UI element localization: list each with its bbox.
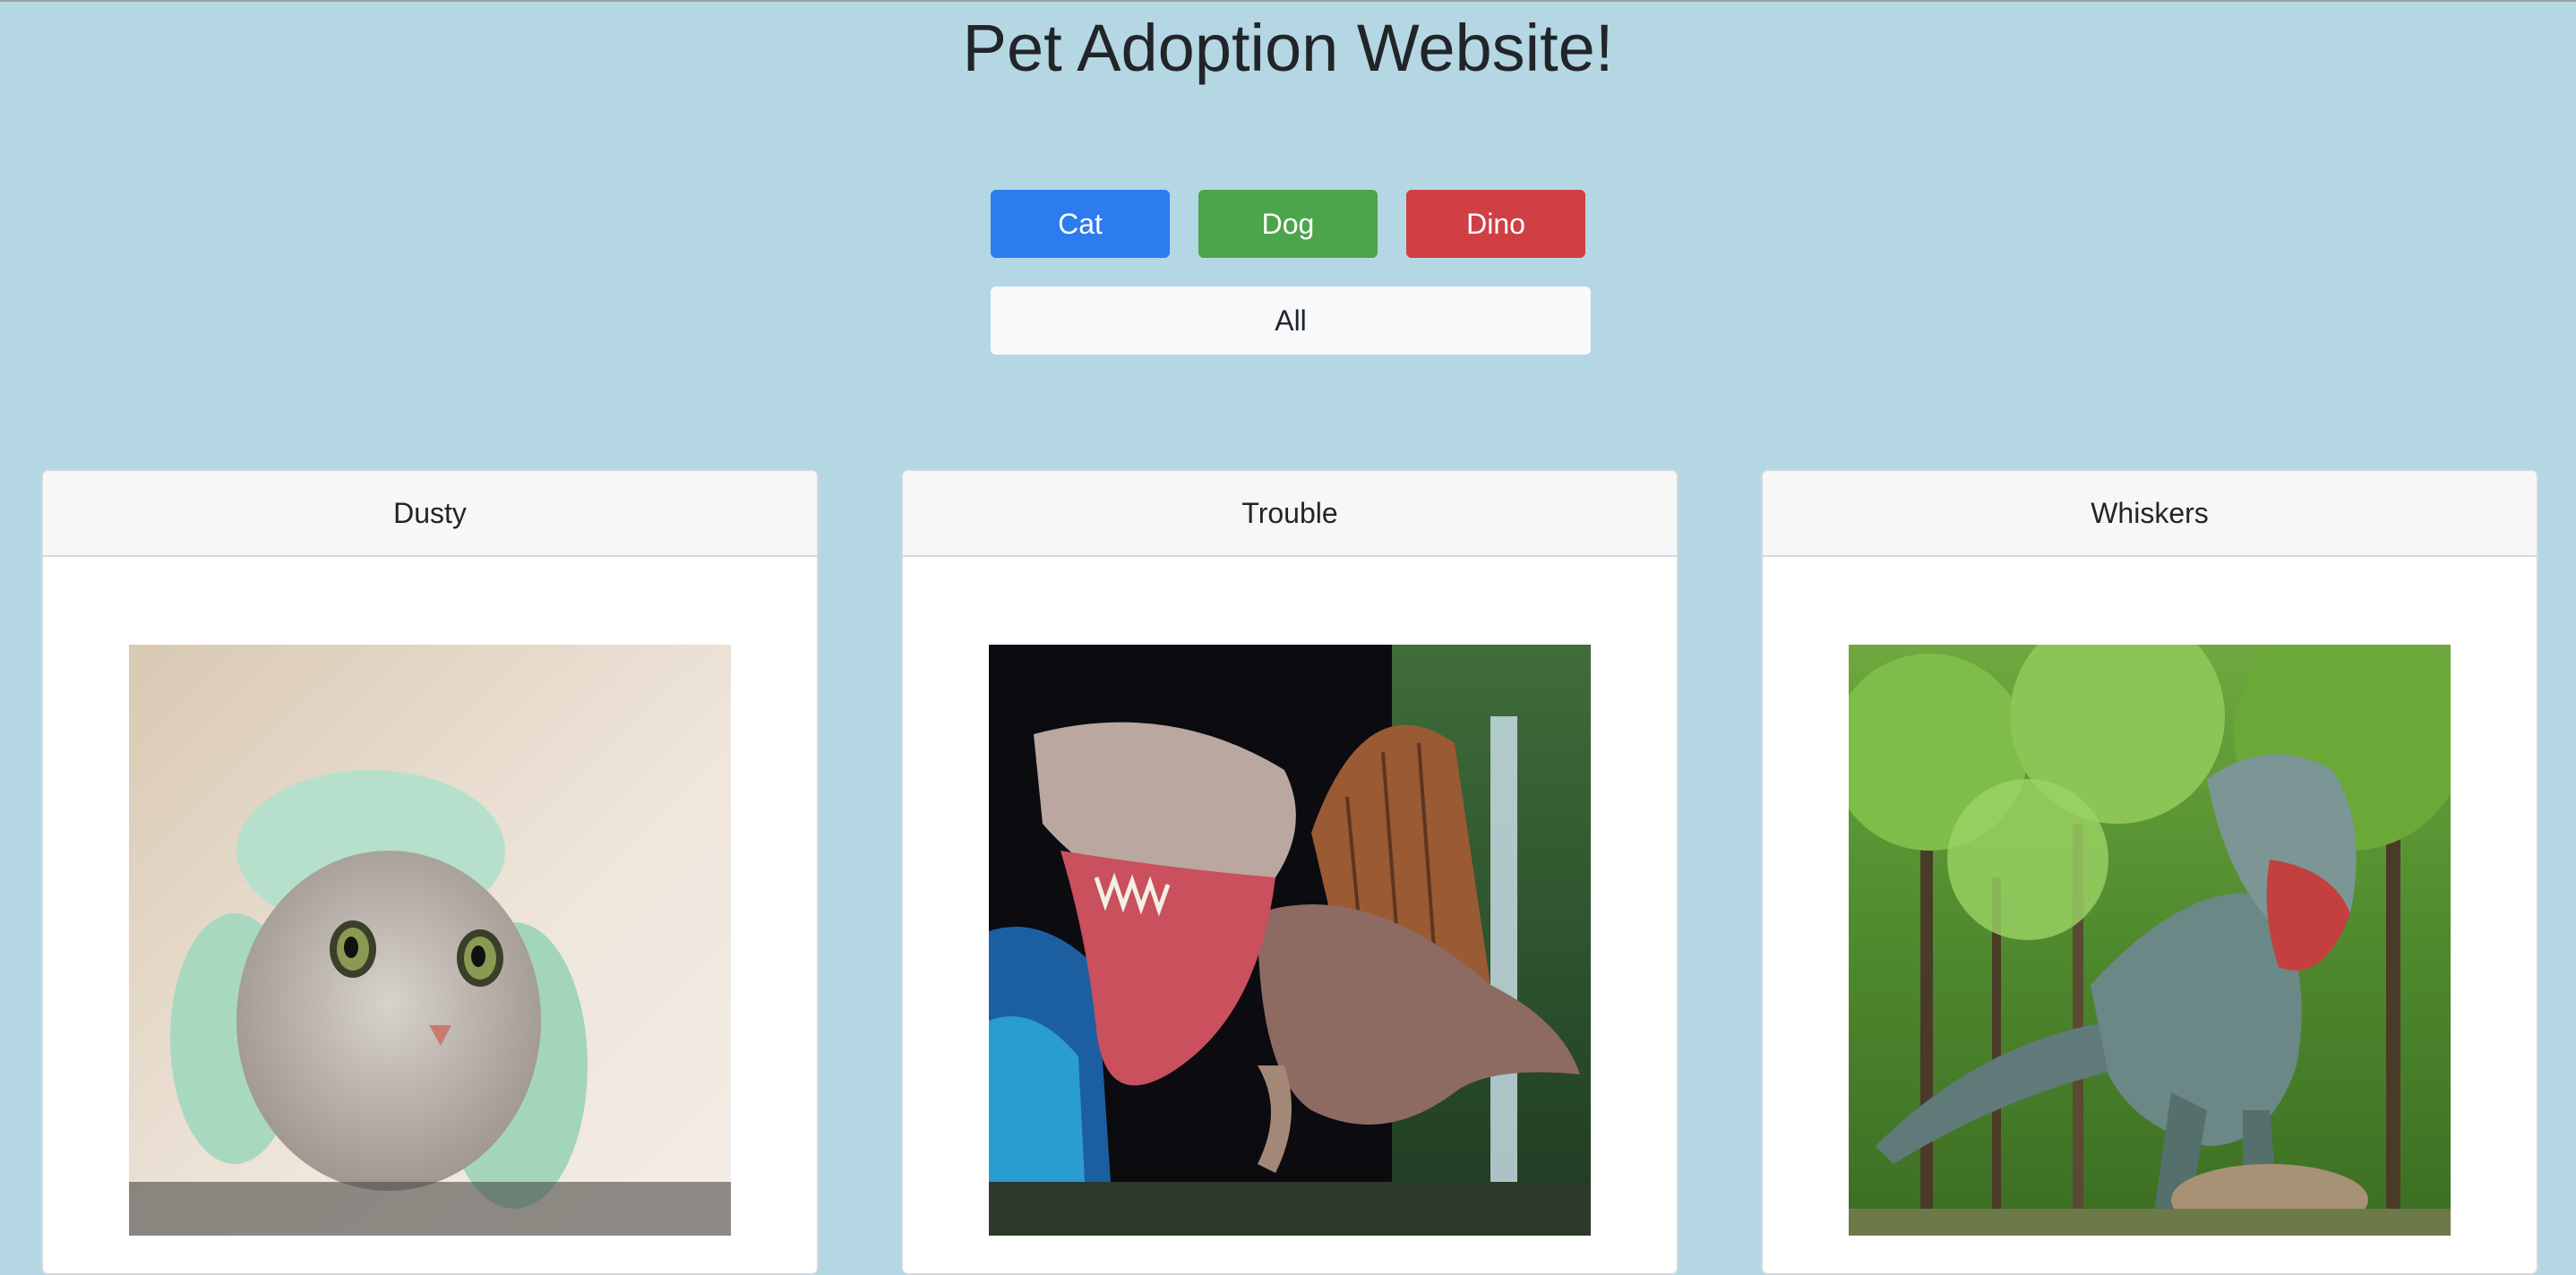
dog-filter-button[interactable]: Dog xyxy=(1198,190,1378,258)
pet-photo xyxy=(989,645,1591,1236)
page-title: Pet Adoption Website! xyxy=(962,11,1614,85)
pet-name: Whiskers xyxy=(1763,471,2537,557)
pet-name: Dusty xyxy=(43,471,817,557)
pet-name: Trouble xyxy=(903,471,1677,557)
pet-card: Whiskers xyxy=(1761,469,2538,1275)
all-filter-button[interactable]: All xyxy=(991,287,1591,355)
filter-button-group: Cat Dog Dino xyxy=(0,190,2576,258)
dino-filter-button[interactable]: Dino xyxy=(1406,190,1585,258)
cat-filter-button[interactable]: Cat xyxy=(991,190,1170,258)
pet-photo xyxy=(1849,645,2451,1236)
pet-photo xyxy=(129,645,731,1236)
pet-card: Dusty xyxy=(41,469,819,1275)
pet-card: Trouble xyxy=(901,469,1679,1275)
